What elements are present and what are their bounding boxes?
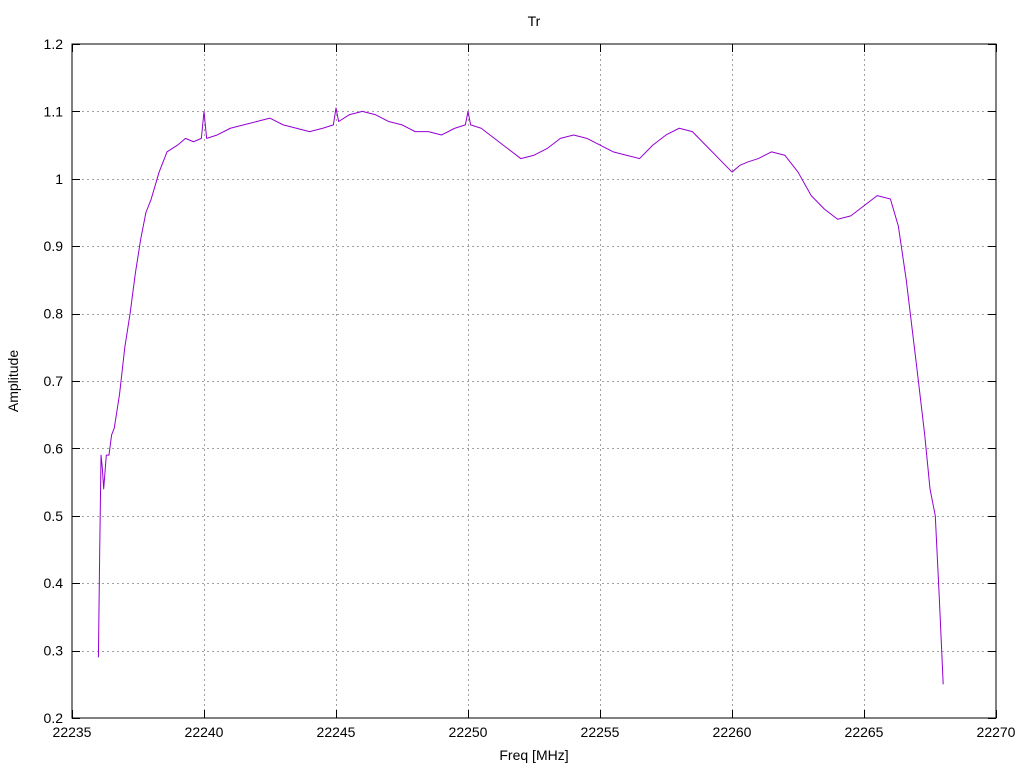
label-layer: 22235 22240 22245 22250 22255 22260 22265 22270… <box>44 36 1016 740</box>
grid-layer <box>72 44 996 718</box>
y-tick-label: 0.8 <box>44 306 64 322</box>
y-tick-label: 1.2 <box>44 36 64 52</box>
y-tick-label: 0.2 <box>44 710 64 726</box>
x-tick-label: 22240 <box>185 724 224 740</box>
x-tick-label: 22260 <box>713 724 752 740</box>
x-tick-label: 22265 <box>845 724 884 740</box>
x-axis-label: Freq [MHz] <box>499 747 568 763</box>
y-tick-label: 0.9 <box>44 238 64 254</box>
y-tick-label: 1.1 <box>44 103 64 119</box>
y-tick-label: 0.6 <box>44 440 64 456</box>
chart-svg: 22235 22240 22245 22250 22255 22260 22265 22270… <box>5 13 1016 763</box>
y-tick-label: 0.5 <box>44 508 64 524</box>
series-layer <box>97 107 944 685</box>
chart-title: Tr <box>528 13 541 29</box>
x-tick-label: 22245 <box>317 724 356 740</box>
x-tick-label: 22270 <box>977 724 1016 740</box>
x-tick-label: 22250 <box>449 724 488 740</box>
y-tick-label: 0.4 <box>44 575 64 591</box>
series-line <box>97 107 944 685</box>
y-axis-label: Amplitude <box>5 350 21 412</box>
y-tick-label: 0.3 <box>44 643 64 659</box>
y-tick-label: 0.7 <box>44 373 64 389</box>
x-tick-label: 22255 <box>581 724 620 740</box>
x-tick-label: 22235 <box>53 724 92 740</box>
y-tick-label: 1 <box>55 171 63 187</box>
